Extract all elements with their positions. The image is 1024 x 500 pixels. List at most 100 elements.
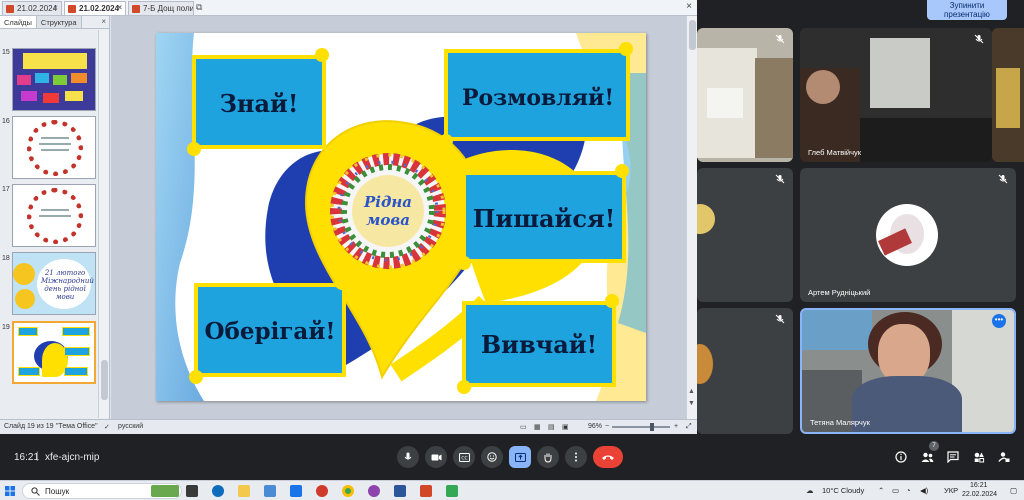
raise-hand-button[interactable] [537, 446, 559, 468]
slide-counter: Слайд 19 из 19 [4, 423, 54, 430]
opera-icon[interactable] [316, 485, 328, 497]
mic-button[interactable] [397, 446, 419, 468]
search-placeholder: Пошук [45, 487, 70, 496]
participant-tile-3[interactable] [697, 168, 793, 302]
captions-button[interactable]: CC [453, 446, 475, 468]
fit-slide-icon[interactable]: ⤢ [686, 423, 692, 431]
mail-icon[interactable] [290, 485, 302, 497]
powerpoint-icon [6, 5, 14, 13]
notifications-icon[interactable]: ▢ [1010, 486, 1017, 495]
participant-tile-5[interactable] [697, 308, 793, 434]
people-button[interactable] [919, 449, 935, 465]
separator: | [36, 451, 39, 462]
view-slideshow-icon[interactable]: ▣ [562, 423, 569, 431]
window-close-icon[interactable]: × [686, 1, 692, 12]
banner-text: Вивчай! [481, 330, 597, 359]
chrome-icon[interactable] [342, 485, 354, 497]
slide-thumbnail-17[interactable] [12, 184, 96, 247]
meet-top-area: Зупинити презентацію [697, 0, 1024, 22]
wreath-text-line-2: мова [366, 211, 410, 229]
thumbnail-number: 16 [2, 118, 10, 125]
emoji-button[interactable] [481, 446, 503, 468]
leave-call-button[interactable] [593, 446, 623, 468]
scroll-up-icon[interactable]: ▲ [688, 388, 695, 395]
slide-thumbnail-19[interactable] [12, 321, 96, 384]
store-icon[interactable] [264, 485, 276, 497]
participant-name: Тетяна Малярчук [810, 418, 870, 427]
participant-tile-2[interactable]: Глеб Матвійчук [800, 28, 992, 162]
volume-icon[interactable]: ◀) [920, 486, 928, 495]
meeting-info-button[interactable] [893, 449, 909, 465]
chat-button[interactable] [945, 449, 961, 465]
stop-presenting-button[interactable]: Зупинити презентацію [927, 0, 1007, 20]
windows-start-icon[interactable] [5, 486, 15, 496]
zoom-slider[interactable] [612, 426, 670, 428]
participant-tile-1[interactable] [697, 28, 793, 162]
doc-tab-1[interactable]: 21.02.2024 × [2, 1, 62, 15]
slide-scrollbar[interactable]: ▲ ▼ [686, 16, 697, 419]
meeting-code: xfe-ajcn-mip [45, 452, 100, 463]
participant-name: Глеб Матвійчук [808, 148, 862, 157]
banner-text: Знай! [220, 89, 299, 118]
banner-text: Оберігай! [205, 318, 336, 345]
slide-thumbnail-18[interactable]: 21 лютого Міжнародний день рідної мови [12, 252, 96, 315]
more-options-button[interactable] [565, 446, 587, 468]
chat-icon [947, 451, 959, 463]
thumbnail-caption: 21 лютого Міжнародний день рідної мови [41, 269, 94, 301]
powerpoint-icon [132, 5, 140, 13]
language-indicator[interactable]: русский [118, 423, 143, 430]
view-normal-icon[interactable]: ▭ [520, 423, 527, 431]
clock-date: 22.02.2024 [962, 491, 998, 498]
more-vert-icon [575, 452, 577, 462]
zoom-out-icon[interactable]: − [605, 423, 609, 430]
weather-widget[interactable]: 10°C Cloudy [822, 486, 864, 495]
more-options-icon[interactable]: ••• [992, 314, 1006, 328]
participant-tile-6[interactable]: ••• Тетяна Малярчук [800, 308, 1016, 434]
activities-button[interactable] [971, 449, 987, 465]
spellcheck-icon[interactable]: ✓ [104, 423, 110, 431]
wifi-icon[interactable]: ◔ [906, 486, 911, 495]
close-icon[interactable]: × [117, 3, 122, 12]
input-language[interactable]: УКР [944, 486, 958, 495]
present-button[interactable] [509, 446, 531, 468]
thumbnail-list: 15 16 17 18 21 лютого Міжнародний день р… [0, 30, 98, 418]
host-controls-button[interactable] [996, 449, 1012, 465]
new-tab-icon[interactable]: ⧉ [196, 2, 202, 13]
thumbnail-number: 15 [2, 49, 10, 56]
meet-taskbar-icon[interactable] [446, 485, 458, 497]
doc-tab-2[interactable]: 21.02.2024 × [64, 1, 126, 15]
task-view-icon[interactable] [186, 485, 198, 497]
hand-icon [544, 453, 552, 463]
slide-thumbnail-15[interactable] [12, 48, 96, 111]
file-explorer-icon[interactable] [238, 485, 250, 497]
slides-panel: Слайды Структура × 15 16 17 18 21 лютого… [0, 16, 110, 419]
tab-slides[interactable]: Слайды [0, 16, 37, 28]
info-icon [895, 451, 907, 463]
meet-controls-bar: 16:21 | xfe-ajcn-mip CC [0, 434, 1024, 480]
participant-name: Артем Рудніцький [808, 288, 871, 297]
scroll-down-icon[interactable]: ▼ [688, 400, 695, 407]
thumbnail-number: 19 [2, 324, 10, 331]
tab-outline[interactable]: Структура [36, 16, 82, 28]
zoom-level[interactable]: 96% [588, 423, 602, 430]
search-icon [31, 487, 40, 496]
participant-tile-edge[interactable] [992, 28, 1024, 162]
word-icon[interactable] [394, 485, 406, 497]
current-slide[interactable]: Знай! Розмовляй! Пишайся! Оберігай! Вивч… [156, 33, 646, 401]
panel-close-icon[interactable]: × [101, 17, 106, 26]
powerpoint-taskbar-icon[interactable] [420, 485, 432, 497]
thumbnail-scrollbar[interactable] [98, 30, 109, 418]
doc-tab-3[interactable]: 7-Б Дощ полив [128, 1, 194, 15]
camera-button[interactable] [425, 446, 447, 468]
view-sorter-icon[interactable]: ▦ [534, 423, 541, 431]
slide-thumbnail-16[interactable] [12, 116, 96, 179]
network-icon[interactable]: ▭ [892, 486, 899, 495]
close-icon[interactable]: × [53, 3, 58, 12]
view-reading-icon[interactable]: ▤ [548, 423, 555, 431]
tray-chevron-icon[interactable]: ⌃ [878, 486, 884, 495]
zoom-slider-knob[interactable] [650, 423, 654, 431]
viber-icon[interactable] [368, 485, 380, 497]
taskbar-search[interactable]: Пошук [22, 483, 182, 499]
edge-icon[interactable] [212, 485, 224, 497]
zoom-in-icon[interactable]: + [674, 423, 678, 430]
